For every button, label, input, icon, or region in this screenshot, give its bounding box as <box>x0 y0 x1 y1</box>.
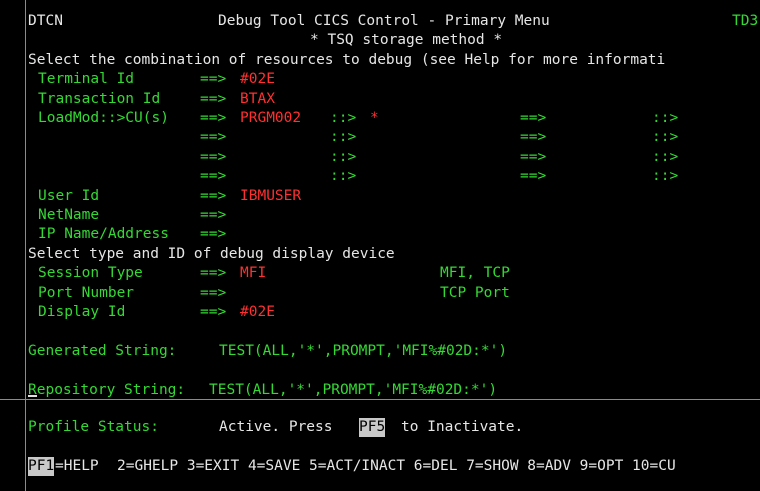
loadmod-cu-separator: ::> <box>652 110 679 126</box>
transaction-id-field[interactable]: BTAX <box>240 90 275 109</box>
display-id-field[interactable]: #02E <box>240 303 275 322</box>
ip-address-label: IP Name/Address <box>38 226 169 243</box>
profile-status-text: Active. Press <box>219 419 333 435</box>
resource-instruction-row: Select the combination of resources to d… <box>0 51 665 70</box>
terminal-id-row: Terminal Id ==> #02E <box>0 70 275 89</box>
loadmod-row: LoadMod::>CU(s) ==> PRGM002 ::> * ==> ::… <box>0 109 678 128</box>
loadmod-arrow: ==> <box>520 129 547 146</box>
loadmod-row: ==> ::> ==> ::> <box>0 167 678 186</box>
loadmod-arrow: ==> <box>520 110 547 126</box>
terminal-id-arrow: ==> <box>200 71 227 88</box>
loadmod-arrow: ==> <box>520 148 547 165</box>
loadmod-cu-separator: ::> <box>330 110 357 126</box>
session-type-row: Session Type ==> MFI MFI, TCP <box>0 264 510 283</box>
loadmod-cu-separator: ::> <box>330 148 357 165</box>
loadmod-label: LoadMod::>CU(s) <box>38 110 169 126</box>
loadmod-arrow: ==> <box>200 168 227 185</box>
loadmod-cu-separator: ::> <box>652 129 679 146</box>
terminal-id-label: Terminal Id <box>38 71 135 88</box>
display-instruction-row: Select type and ID of debug display devi… <box>0 245 395 264</box>
terminal-id-field[interactable]: #02E <box>240 70 275 89</box>
terminal-screen: DTCN Debug Tool CICS Control - Primary M… <box>0 0 760 491</box>
netname-arrow: ==> <box>200 207 227 223</box>
netname-label: NetName <box>38 207 100 223</box>
loadmod-cu-separator: ::> <box>652 168 679 185</box>
port-number-hint: TCP Port <box>440 284 510 301</box>
subtitle-row: * TSQ storage method * <box>0 31 502 50</box>
user-id-label: User Id <box>38 187 100 204</box>
repository-string-row: Repository String: TEST(ALL,'*',PROMPT,'… <box>0 381 497 400</box>
port-number-label: Port Number <box>38 284 135 301</box>
repository-string-value: TEST(ALL,'*',PROMPT,'MFI%#02D:*') <box>209 381 498 398</box>
display-instruction: Select type and ID of debug display devi… <box>28 245 395 262</box>
resource-instruction: Select the combination of resources to d… <box>28 51 666 68</box>
function-keys-row: PF1 =HELP 2=GHELP 3=EXIT 4=SAVE 5=ACT/IN… <box>0 457 676 477</box>
pf1-key-button[interactable]: PF1 <box>28 457 55 477</box>
repository-string-label: Repository String: <box>28 381 186 398</box>
transaction-id-label: Transaction Id <box>38 90 161 107</box>
session-type-label: Session Type <box>38 265 143 282</box>
profile-status-label: Profile Status: <box>28 419 159 435</box>
profile-status-row: Profile Status: Active. Press PF5 to Ina… <box>0 418 523 438</box>
transaction-code: DTCN <box>28 13 63 29</box>
display-id-arrow: ==> <box>200 304 227 320</box>
terminal-indicator: TD3 <box>732 13 759 29</box>
user-id-field[interactable]: IBMUSER <box>240 187 301 206</box>
loadmod-arrow: ==> <box>200 129 227 146</box>
user-id-row: User Id ==> IBMUSER <box>0 187 301 206</box>
loadmod-cu-separator: ::> <box>330 129 357 146</box>
pf5-key-button[interactable]: PF5 <box>359 418 386 438</box>
generated-string-label: Generated String: <box>28 342 177 359</box>
port-number-row: Port Number ==> TCP Port <box>0 284 510 303</box>
loadmod-program-field[interactable]: PRGM002 <box>240 109 301 128</box>
generated-string-row: Generated String: TEST(ALL,'*',PROMPT,'M… <box>0 342 507 361</box>
loadmod-cu-separator: ::> <box>330 168 357 185</box>
user-id-arrow: ==> <box>200 187 227 204</box>
port-number-arrow: ==> <box>200 284 227 301</box>
loadmod-row: ==> ::> ==> ::> <box>0 148 678 167</box>
page-subtitle: * TSQ storage method * <box>310 32 503 49</box>
ip-address-row: IP Name/Address ==> <box>0 225 226 244</box>
pf1-key-label: =HELP <box>55 458 99 474</box>
loadmod-arrow: ==> <box>520 168 547 185</box>
profile-status-action: to Inactivate. <box>401 419 524 435</box>
loadmod-row: ==> ::> ==> ::> <box>0 128 678 147</box>
session-type-hint: MFI, TCP <box>440 265 510 282</box>
function-keys-list[interactable]: 2=GHELP 3=EXIT 4=SAVE 5=ACT/INACT 6=DEL … <box>117 457 676 476</box>
netname-row: NetName ==> <box>0 206 226 225</box>
page-title: Debug Tool CICS Control - Primary Menu <box>218 13 550 29</box>
display-id-label: Display Id <box>38 304 126 320</box>
loadmod-arrow: ==> <box>200 148 227 165</box>
generated-string-value: TEST(ALL,'*',PROMPT,'MFI%#02D:*') <box>219 342 508 359</box>
display-id-row: Display Id ==> #02E <box>0 303 275 322</box>
session-type-field[interactable]: MFI <box>240 264 266 283</box>
loadmod-arrow: ==> <box>200 110 227 126</box>
session-type-arrow: ==> <box>200 265 227 282</box>
loadmod-cu-field[interactable]: * <box>370 109 379 128</box>
transaction-id-arrow: ==> <box>200 90 227 107</box>
header-row: DTCN Debug Tool CICS Control - Primary M… <box>0 12 758 31</box>
loadmod-cu-separator: ::> <box>652 148 679 165</box>
transaction-id-row: Transaction Id ==> BTAX <box>0 90 275 109</box>
ip-address-arrow: ==> <box>200 226 227 243</box>
